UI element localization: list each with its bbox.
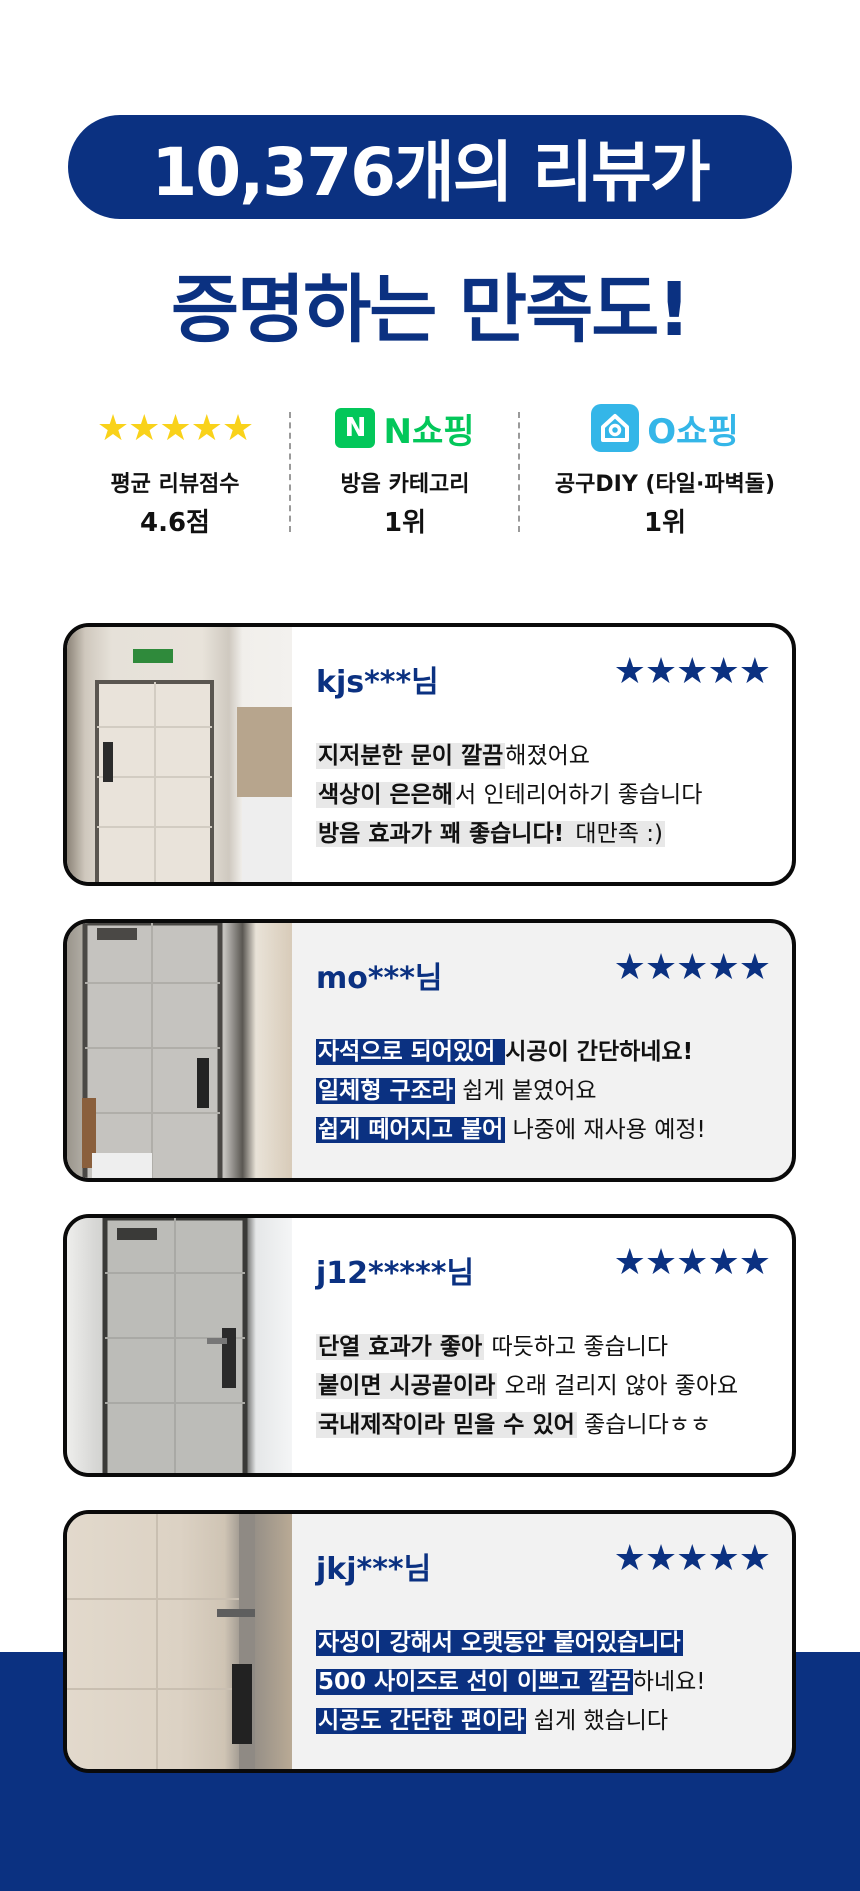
review-text: 하네요! (632, 1669, 706, 1695)
review-body: j12*****님 ★★★★★ 단열 효과가 좋아 따듯하고 좋습니다 붙이면 … (292, 1218, 792, 1473)
stat-value: 4.6점 (140, 508, 210, 538)
review-highlight: 방음 효과가 꽤 좋습니다! (316, 821, 567, 847)
review-line: 500 사이즈로 선이 이쁘고 깔끔하네요! (316, 1668, 782, 1696)
review-line: 지저분한 문이 깔끔해졌어요 (316, 742, 782, 770)
review-photo-door (67, 923, 292, 1178)
review-highlight: 지저분한 문이 깔끔 (316, 743, 506, 769)
review-text: 서 인테리어하기 좋습니다 (454, 782, 703, 808)
review-username: kjs***님 (316, 665, 439, 700)
rating-stars-icon: ★★★★★ (613, 1538, 771, 1579)
rating-stars-icon: ★★★★★ (613, 947, 771, 988)
o-shopping-logo-icon (591, 404, 640, 452)
review-photo-door (67, 1218, 292, 1473)
headline-line-1: 10,376개의 리뷰가 (151, 134, 710, 211)
yellow-stars-icon: ★★★★★ (96, 407, 254, 449)
review-line: 시공도 간단한 편이라 쉽게 했습니다 (316, 1707, 782, 1735)
stat-naver-rank: N N쇼핑 방음 카테고리 1위 (300, 400, 510, 539)
review-username: j12*****님 (316, 1256, 475, 1291)
stat-oshopping-rank: O쇼핑 공구DIY (타일·파벽돌) 1위 (530, 400, 800, 539)
review-text: 좋습니다ㅎㅎ (576, 1412, 712, 1438)
review-highlight: 자성이 강해서 오랫동안 붙어있습니다 (316, 1630, 683, 1656)
o-shopping-brand: O쇼핑 (647, 411, 739, 452)
review-line: 색상이 은은해서 인테리어하기 좋습니다 (316, 781, 782, 809)
review-highlight: 500 사이즈로 선이 이쁘고 깔끔 (316, 1669, 633, 1695)
naver-logo-icon: N (335, 408, 376, 448)
review-body: mo***님 ★★★★★ 자석으로 되어있어 시공이 간단하네요! 일체형 구조… (292, 923, 792, 1178)
review-card: mo***님 ★★★★★ 자석으로 되어있어 시공이 간단하네요! 일체형 구조… (63, 919, 796, 1182)
review-highlight: 단열 효과가 좋아 (316, 1334, 485, 1360)
review-highlight: 시공도 간단한 편이라 (316, 1708, 527, 1734)
review-line: 방음 효과가 꽤 좋습니다! 대만족 :) (316, 820, 782, 848)
review-text: 시공이 간단하네요! (505, 1039, 694, 1065)
stat-average-rating: ★★★★★ 평균 리뷰점수 4.6점 (80, 400, 270, 539)
review-highlight: 일체형 구조라 (316, 1078, 455, 1104)
review-line: 쉽게 떼어지고 붙어 나중에 재사용 예정! (316, 1116, 782, 1144)
review-highlight: 국내제작이라 믿을 수 있어 (316, 1412, 577, 1438)
stat-label: 평균 리뷰점수 (110, 472, 240, 497)
review-highlight: 쉽게 떼어지고 붙어 (316, 1117, 506, 1143)
review-card: jkj***님 ★★★★★ 자성이 강해서 오랫동안 붙어있습니다 500 사이… (63, 1510, 796, 1773)
review-body: kjs***님 ★★★★★ 지저분한 문이 깔끔해졌어요 색상이 은은해서 인테… (292, 627, 792, 882)
review-line: 일체형 구조라 쉽게 붙였어요 (316, 1077, 782, 1105)
stat-label: 공구DIY (타일·파벽돌) (554, 472, 776, 497)
rating-stars-icon: ★★★★★ (613, 1242, 771, 1283)
review-line: 단열 효과가 좋아 따듯하고 좋습니다 (316, 1333, 782, 1361)
review-photo-door (67, 1514, 292, 1769)
review-highlight: 붙이면 시공끝이라 (316, 1373, 498, 1399)
review-text: 따듯하고 좋습니다 (484, 1334, 669, 1360)
review-line: 국내제작이라 믿을 수 있어 좋습니다ㅎㅎ (316, 1411, 782, 1439)
stat-label: 방음 카테고리 (340, 472, 470, 497)
review-card: j12*****님 ★★★★★ 단열 효과가 좋아 따듯하고 좋습니다 붙이면 … (63, 1214, 796, 1477)
review-username: mo***님 (316, 961, 443, 996)
review-highlight: 색상이 은은해 (316, 782, 455, 808)
stat-value: 1위 (383, 508, 426, 538)
stats-row: ★★★★★ 평균 리뷰점수 4.6점 N N쇼핑 방음 카테고리 1위 O쇼핑 … (0, 400, 860, 540)
headline-line-2: 증명하는 만족도! (170, 267, 691, 353)
review-card: kjs***님 ★★★★★ 지저분한 문이 깔끔해졌어요 색상이 은은해서 인테… (63, 623, 796, 886)
review-line: 자석으로 되어있어 시공이 간단하네요! (316, 1038, 782, 1066)
review-text: 나중에 재사용 예정! (505, 1117, 706, 1143)
divider (518, 412, 520, 532)
review-username: jkj***님 (316, 1552, 432, 1587)
review-text: 대만족 :) (566, 821, 665, 847)
review-photo-door (67, 627, 292, 882)
review-body: jkj***님 ★★★★★ 자성이 강해서 오랫동안 붙어있습니다 500 사이… (292, 1514, 792, 1769)
review-highlight: 자석으로 되어있어 (316, 1039, 506, 1065)
divider (289, 412, 291, 532)
headline-pill: 10,376개의 리뷰가 (68, 115, 792, 219)
review-text: 쉽게 붙였어요 (454, 1078, 597, 1104)
review-line: 자성이 강해서 오랫동안 붙어있습니다 (316, 1629, 782, 1657)
rating-stars-icon: ★★★★★ (613, 651, 771, 692)
review-line: 붙이면 시공끝이라 오래 걸리지 않아 좋아요 (316, 1372, 782, 1400)
review-text: 해졌어요 (505, 743, 590, 769)
review-text: 오래 걸리지 않아 좋아요 (497, 1373, 739, 1399)
stat-value: 1위 (643, 508, 686, 538)
review-text: 쉽게 했습니다 (526, 1708, 669, 1734)
naver-shopping-brand: N쇼핑 (383, 411, 475, 452)
